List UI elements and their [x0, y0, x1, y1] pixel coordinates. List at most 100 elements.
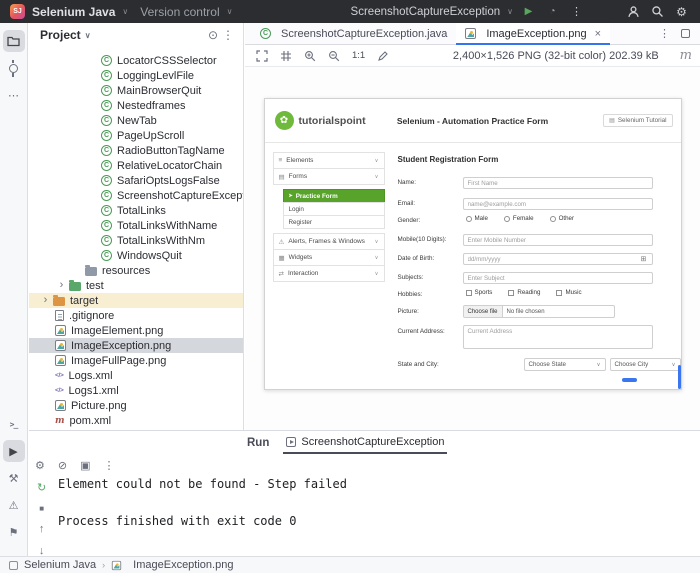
settings-gear-icon[interactable]: ⚙	[673, 3, 690, 20]
maven-float-icon[interactable]: m	[680, 48, 692, 63]
stop-icon[interactable]: ■	[39, 504, 44, 513]
tree-item[interactable]: mpom.xml	[29, 413, 243, 428]
tree-item[interactable]: CMainBrowserQuit	[29, 83, 243, 98]
chevron-down-icon: ∨	[507, 7, 513, 16]
form-title: Student Registration Form	[398, 155, 499, 164]
tab-java-file[interactable]: C ScreenshotCaptureException.java	[251, 23, 456, 44]
tree-item[interactable]: CScreenshotCaptureException	[29, 188, 243, 203]
terminal-tool-icon[interactable]: >_	[3, 413, 25, 435]
layout-icon[interactable]: ▣	[80, 459, 90, 472]
search-icon[interactable]	[649, 3, 666, 20]
tree-item[interactable]: CRelativeLocatorChain	[29, 158, 243, 173]
tree-item[interactable]: CLoggingLevlFile	[29, 68, 243, 83]
folder-icon	[85, 267, 97, 276]
editor-layout-icon[interactable]	[681, 29, 690, 38]
tree-item[interactable]: CTotalLinksWithName	[29, 218, 243, 233]
mute-icon[interactable]: ⊘	[58, 459, 67, 472]
option-label: Music	[565, 289, 581, 296]
tree-item-label: .gitignore	[69, 310, 114, 322]
zoom-out-icon[interactable]	[328, 50, 340, 62]
tree-item-label: TotalLinksWithName	[117, 220, 217, 232]
tree-item[interactable]: ImageFullPage.png	[29, 353, 243, 368]
run-actions-toolbar: ↻ ■ ↑ ↓	[37, 481, 46, 557]
tree-item[interactable]: CTotalLinksWithNm	[29, 233, 243, 248]
tree-item-label: RelativeLocatorChain	[117, 160, 222, 172]
vcs-menu[interactable]: Version control	[140, 5, 219, 19]
tree-item[interactable]: CRadioButtonTagName	[29, 143, 243, 158]
console-toolbar: ⚙ ⊘ ▣ ⋮	[35, 459, 115, 472]
first-name-input	[463, 177, 653, 189]
commit-tool-icon[interactable]	[3, 57, 25, 79]
tree-item[interactable]: CPageUpScroll	[29, 128, 243, 143]
activity-bar: ⋯ >_ ▶ ⚒ ⚠ ⚑	[0, 23, 28, 556]
problems-tool-icon[interactable]: ⚠	[3, 494, 25, 516]
option-label: Female	[513, 215, 534, 222]
user-profile-icon[interactable]	[625, 3, 642, 20]
tree-item[interactable]: ›target	[29, 293, 243, 308]
tree-item[interactable]: .gitignore	[29, 308, 243, 323]
close-tab-icon[interactable]: ×	[595, 28, 601, 40]
tree-item-label: SafariOptsLogsFalse	[117, 175, 220, 187]
project-name-menu[interactable]: Selenium Java	[32, 5, 115, 19]
radio-icon	[504, 216, 510, 222]
tree-item-selected[interactable]: ImageException.png	[29, 338, 243, 353]
more-actions-icon[interactable]: ⋮	[568, 3, 585, 20]
tree-item[interactable]: ›test	[29, 278, 243, 293]
run-button[interactable]: ▶	[520, 3, 537, 20]
edit-image-icon[interactable]	[377, 50, 389, 62]
run-config-icon	[286, 437, 296, 447]
tab-image-file[interactable]: ImageException.png ×	[456, 23, 610, 44]
tree-item-label: WindowsQuit	[117, 250, 182, 262]
profiler-icon[interactable]: ◔	[544, 3, 561, 20]
more-tools-icon[interactable]: ⋯	[3, 84, 25, 106]
grid-icon[interactable]	[280, 50, 292, 62]
tab-options-icon[interactable]: ⋮	[659, 27, 670, 40]
console-settings-icon[interactable]: ⚙	[35, 459, 45, 472]
build-tool-icon[interactable]: ⚒	[3, 467, 25, 489]
tree-item[interactable]: ImageElement.png	[29, 323, 243, 338]
run-config-tab[interactable]: ScreenshotCaptureException	[283, 431, 447, 454]
tree-item[interactable]: CNewTab	[29, 113, 243, 128]
tree-item-label: LocatorCSSSelector	[117, 55, 217, 67]
tree-item[interactable]: CNestedframes	[29, 98, 243, 113]
run-tool-icon[interactable]: ▶	[3, 440, 25, 462]
zoom-in-icon[interactable]	[304, 50, 316, 62]
console-options-icon[interactable]: ⋮	[104, 459, 115, 472]
image-file-icon	[55, 325, 66, 336]
tree-item[interactable]: CSafariOptsLogsFalse	[29, 173, 243, 188]
rerun-icon[interactable]: ↻	[37, 481, 46, 494]
breadcrumb-file[interactable]: ImageException.png	[133, 559, 233, 571]
project-panel-title[interactable]: Project	[40, 28, 81, 42]
up-stack-icon[interactable]: ↑	[39, 523, 45, 535]
image-file-icon	[55, 400, 66, 411]
tree-item[interactable]: CWindowsQuit	[29, 248, 243, 263]
excluded-folder-icon	[53, 297, 65, 306]
fit-zoom-icon[interactable]	[256, 50, 268, 62]
tree-item[interactable]: CTotalLinks	[29, 203, 243, 218]
tree-item-label: Logs.xml	[69, 370, 113, 382]
image-viewer-toolbar: 1:1 2,400×1,526 PNG (32-bit color) 202.3…	[245, 45, 700, 67]
breadcrumb-project[interactable]: Selenium Java	[24, 559, 96, 571]
tab-label: ScreenshotCaptureException.java	[281, 28, 447, 40]
class-icon: C	[101, 85, 112, 96]
bookmarks-tool-icon[interactable]: ⚑	[3, 521, 25, 543]
state-city-label: State and City:	[398, 361, 439, 368]
file-upload-field: Choose file No file chosen	[463, 305, 615, 318]
tree-item-label: RadioButtonTagName	[117, 145, 225, 157]
tree-item[interactable]: Picture.png	[29, 398, 243, 413]
gitignore-file-icon	[55, 310, 64, 321]
tree-item[interactable]: </>Logs.xml	[29, 368, 243, 383]
run-configuration-selector[interactable]: ScreenshotCaptureException	[351, 6, 501, 18]
tree-item[interactable]: </>Logs1.xml	[29, 383, 243, 398]
chevron-down-icon: ∨	[227, 7, 233, 16]
radio-icon	[550, 216, 556, 222]
tree-item[interactable]: CLocatorCSSSelector	[29, 53, 243, 68]
tree-item[interactable]: resources	[29, 263, 243, 278]
tree-item-label: TotalLinks	[117, 205, 166, 217]
run-tool-window: Run ScreenshotCaptureException ⚙ ⊘ ▣ ⋮ ↻…	[29, 430, 700, 556]
project-tool-icon[interactable]	[3, 30, 25, 52]
zoom-level-label[interactable]: 1:1	[352, 50, 365, 61]
locate-file-icon[interactable]: ⊙	[208, 28, 218, 42]
console-line: Process finished with exit code 0	[58, 514, 296, 528]
panel-options-icon[interactable]: ⋮	[222, 28, 234, 42]
